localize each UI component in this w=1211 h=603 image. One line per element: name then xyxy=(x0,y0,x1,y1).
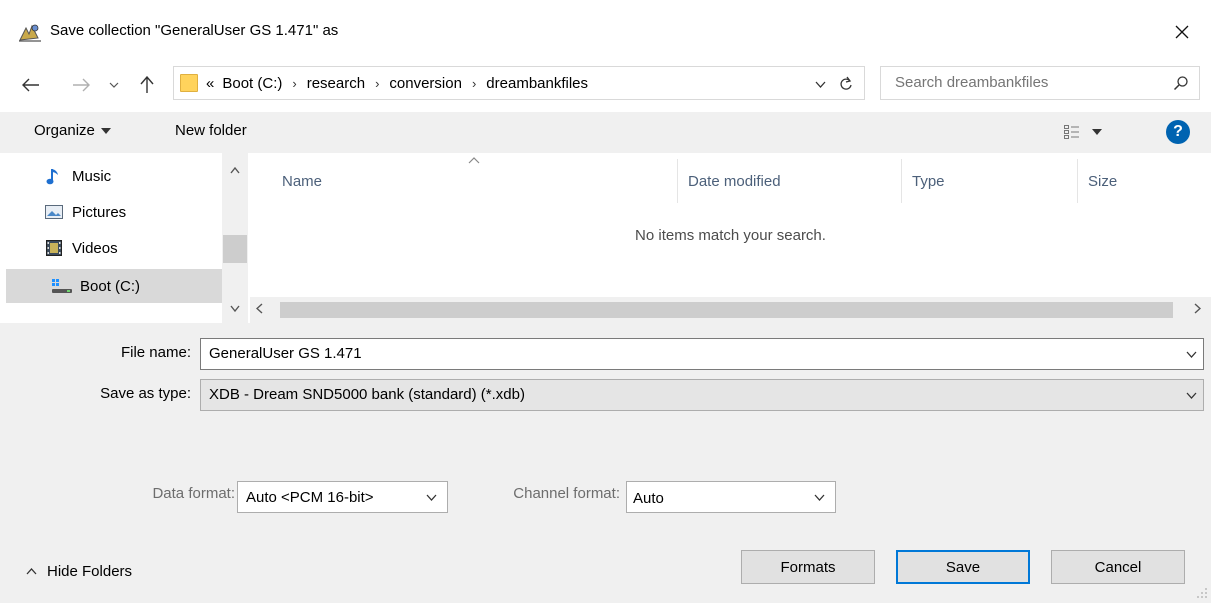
breadcrumb-overflow[interactable]: « xyxy=(206,75,214,92)
channel-format-label: Channel format: xyxy=(513,485,620,502)
search-icon[interactable] xyxy=(1173,75,1189,91)
data-format-value: Auto <PCM 16-bit> xyxy=(246,489,374,506)
breadcrumb-separator[interactable]: › xyxy=(292,76,296,91)
column-header-label: Date modified xyxy=(688,172,781,190)
nav-item-partial[interactable] xyxy=(0,305,214,323)
column-header-label: Name xyxy=(282,172,323,190)
sort-ascending-icon xyxy=(468,153,480,167)
up-button[interactable] xyxy=(132,70,162,100)
chevron-down-icon[interactable] xyxy=(1186,388,1197,402)
address-bar[interactable]: « Boot (C:) › research › conversion › dr… xyxy=(173,66,865,100)
caret-down-icon xyxy=(100,127,111,134)
file-name-label: File name: xyxy=(120,344,191,361)
breadcrumb-separator[interactable]: › xyxy=(472,76,476,91)
scroll-up-icon[interactable] xyxy=(226,165,244,179)
breadcrumb-item-dreambankfiles[interactable]: dreambankfiles xyxy=(486,75,588,92)
scroll-left-icon[interactable] xyxy=(255,301,263,317)
channel-format-select[interactable]: Auto xyxy=(626,481,836,513)
nav-item-music[interactable]: Music xyxy=(0,159,214,193)
resize-grip-icon[interactable] xyxy=(1194,585,1208,599)
search-box[interactable] xyxy=(880,66,1200,100)
change-view-button[interactable] xyxy=(1064,120,1124,144)
scrollbar-thumb[interactable] xyxy=(280,302,1173,318)
formats-button[interactable]: Formats xyxy=(741,550,875,584)
file-name-combobox[interactable]: GeneralUser GS 1.471 xyxy=(200,338,1204,370)
arrow-left-icon xyxy=(22,78,39,92)
nav-item-label: Boot (C:) xyxy=(80,277,141,295)
empty-message-text: No items match your search. xyxy=(635,227,826,244)
scrollbar-thumb[interactable] xyxy=(223,235,247,263)
arrow-right-icon xyxy=(73,78,90,92)
chevron-down-icon xyxy=(109,82,119,88)
save-as-type-select[interactable]: XDB - Dream SND5000 bank (standard) (*.x… xyxy=(200,379,1204,411)
scroll-down-icon[interactable] xyxy=(226,303,244,317)
scroll-right-icon[interactable] xyxy=(1194,301,1202,317)
nav-item-pictures[interactable]: Pictures xyxy=(0,195,214,229)
folder-icon xyxy=(180,74,198,92)
help-icon: ? xyxy=(1173,123,1183,140)
help-button[interactable]: ? xyxy=(1166,120,1190,144)
breadcrumb: « Boot (C:) › research › conversion › dr… xyxy=(206,67,588,99)
new-folder-button[interactable]: New folder xyxy=(175,122,247,139)
chevron-up-icon xyxy=(26,568,37,575)
organize-button[interactable]: Organize xyxy=(34,122,111,139)
organize-label: Organize xyxy=(34,122,95,139)
column-header-date-modified[interactable]: Date modified xyxy=(678,159,902,203)
save-button[interactable]: Save xyxy=(896,550,1030,584)
nav-item-label: Music xyxy=(72,167,112,185)
file-name-input[interactable]: GeneralUser GS 1.471 xyxy=(209,345,362,362)
drive-icon xyxy=(44,313,64,323)
data-format-select[interactable]: Auto <PCM 16-bit> xyxy=(237,481,448,513)
details-view-icon xyxy=(1064,125,1079,139)
save-options-panel: File name: GeneralUser GS 1.471 Save as … xyxy=(0,323,1211,603)
column-header-label: Type xyxy=(912,172,945,190)
chevron-down-icon[interactable] xyxy=(1186,347,1197,361)
app-icon xyxy=(18,22,42,42)
save-as-type-label: Save as type: xyxy=(100,385,191,402)
pictures-icon xyxy=(44,203,64,221)
hide-folders-label: Hide Folders xyxy=(47,563,133,580)
data-format-label: Data format: xyxy=(152,485,235,502)
videos-icon xyxy=(44,239,64,257)
breadcrumb-item-research[interactable]: research xyxy=(307,75,365,92)
chevron-down-icon[interactable] xyxy=(426,490,437,504)
breadcrumb-item-conversion[interactable]: conversion xyxy=(389,75,462,92)
hide-folders-button[interactable]: Hide Folders xyxy=(26,563,132,580)
drive-icon xyxy=(52,277,72,295)
breadcrumb-separator[interactable]: › xyxy=(375,76,379,91)
search-input[interactable] xyxy=(895,74,1145,91)
refresh-icon xyxy=(840,76,852,90)
channel-format-value: Auto xyxy=(633,490,664,507)
title-bar: Save collection "GeneralUser GS 1.471" a… xyxy=(0,0,1211,62)
chevron-down-icon[interactable] xyxy=(814,490,825,504)
window-title: Save collection "GeneralUser GS 1.471" a… xyxy=(50,22,339,39)
nav-item-videos[interactable]: Videos xyxy=(0,231,214,265)
file-list-horizontal-scrollbar[interactable] xyxy=(250,297,1211,323)
breadcrumb-item-boot[interactable]: Boot (C:) xyxy=(222,75,282,92)
refresh-button[interactable] xyxy=(834,73,858,95)
nav-item-label: Videos xyxy=(72,239,118,257)
recent-locations-button[interactable] xyxy=(102,70,126,100)
nav-item-label: Pictures xyxy=(72,203,127,221)
nav-item-boot[interactable]: Boot (C:) xyxy=(6,269,222,303)
caret-down-icon xyxy=(1092,129,1102,135)
nav-pane-scrollbar[interactable] xyxy=(222,153,248,323)
command-bar: Organize New folder ? xyxy=(0,112,1211,153)
arrow-up-icon xyxy=(140,76,154,93)
cancel-button[interactable]: Cancel xyxy=(1051,550,1185,584)
address-history-dropdown[interactable] xyxy=(810,75,830,93)
empty-message: No items match your search. xyxy=(250,227,1211,244)
column-header-label: Size xyxy=(1088,172,1118,190)
navigation-pane: Music Pictures Videos Boot (C:) xyxy=(0,153,248,323)
forward-button[interactable] xyxy=(66,70,96,100)
column-header-type[interactable]: Type xyxy=(902,159,1078,203)
chevron-down-icon xyxy=(815,81,825,88)
back-button[interactable] xyxy=(16,70,46,100)
close-icon xyxy=(1175,25,1189,39)
column-header-size[interactable]: Size xyxy=(1078,159,1198,203)
close-button[interactable] xyxy=(1160,12,1204,52)
music-note-icon xyxy=(44,167,64,185)
save-as-type-value: XDB - Dream SND5000 bank (standard) (*.x… xyxy=(209,386,525,403)
